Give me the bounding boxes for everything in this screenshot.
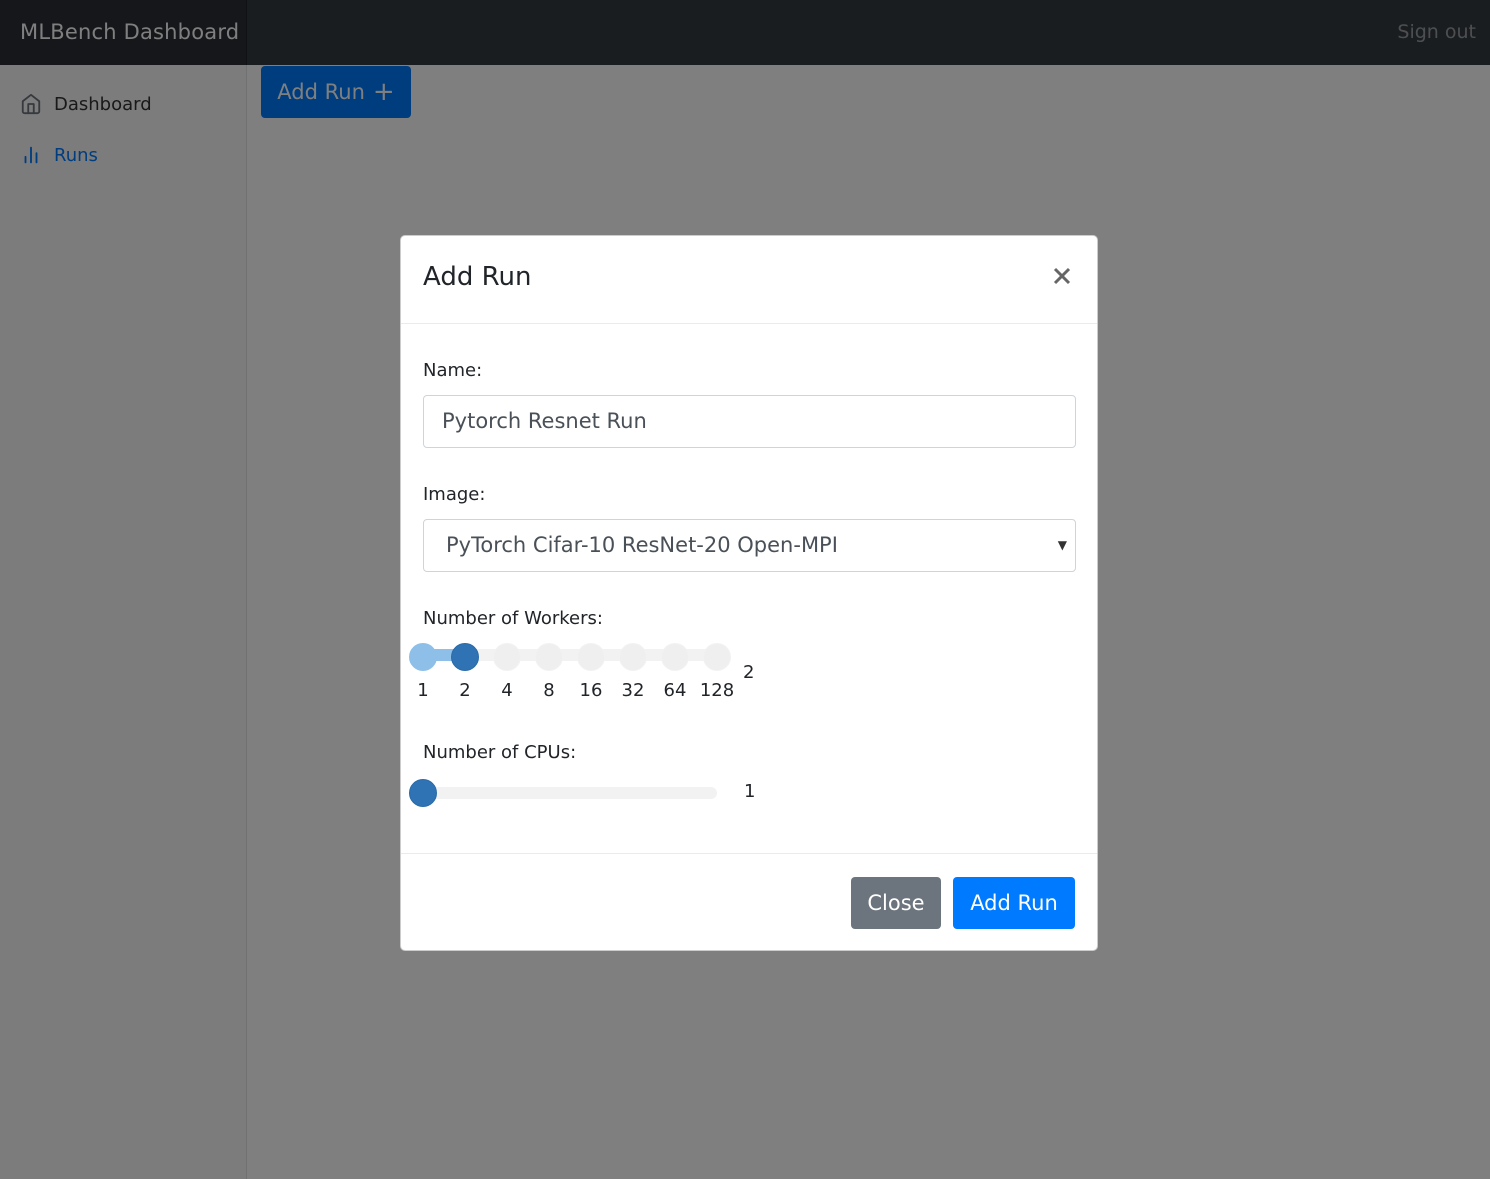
workers-slider-handle[interactable] (451, 643, 479, 671)
submit-add-run-button[interactable]: Add Run (953, 877, 1075, 929)
name-input[interactable]: Pytorch Resnet Run (423, 395, 1076, 448)
workers-tick: 8 (543, 680, 555, 701)
workers-tick: 64 (663, 680, 687, 701)
close-icon[interactable] (1051, 264, 1073, 288)
workers-step-8[interactable] (535, 643, 563, 671)
cpus-slider-track[interactable] (423, 787, 717, 799)
cpus-value: 1 (744, 781, 756, 802)
image-select[interactable]: PyTorch Cifar-10 ResNet-20 Open-MPI ▼ (423, 519, 1076, 572)
image-select-value: PyTorch Cifar-10 ResNet-20 Open-MPI (446, 533, 838, 557)
cpus-label: Number of CPUs: (423, 742, 577, 763)
modal-title: Add Run (423, 262, 532, 292)
workers-step-16[interactable] (577, 643, 605, 671)
workers-step-32[interactable] (619, 643, 647, 671)
name-label: Name: (423, 360, 483, 381)
workers-tick: 32 (621, 680, 645, 701)
workers-tick: 128 (699, 680, 735, 701)
add-run-modal: Add Run Name: Pytorch Resnet Run Image: … (400, 235, 1098, 951)
workers-tick: 16 (579, 680, 603, 701)
close-button[interactable]: Close (851, 877, 941, 929)
image-label: Image: (423, 484, 486, 505)
workers-tick: 4 (501, 680, 513, 701)
workers-step-64[interactable] (661, 643, 689, 671)
workers-step-1[interactable] (409, 643, 437, 671)
modal-footer: Close Add Run (401, 853, 1097, 952)
workers-value: 2 (743, 662, 755, 683)
workers-label: Number of Workers: (423, 608, 603, 629)
workers-step-4[interactable] (493, 643, 521, 671)
workers-tick: 1 (417, 680, 429, 701)
chevron-down-icon: ▼ (1057, 538, 1067, 552)
workers-tick: 2 (459, 680, 471, 701)
cpus-slider-handle[interactable] (409, 779, 437, 807)
workers-step-128[interactable] (703, 643, 731, 671)
modal-header: Add Run (401, 236, 1097, 324)
